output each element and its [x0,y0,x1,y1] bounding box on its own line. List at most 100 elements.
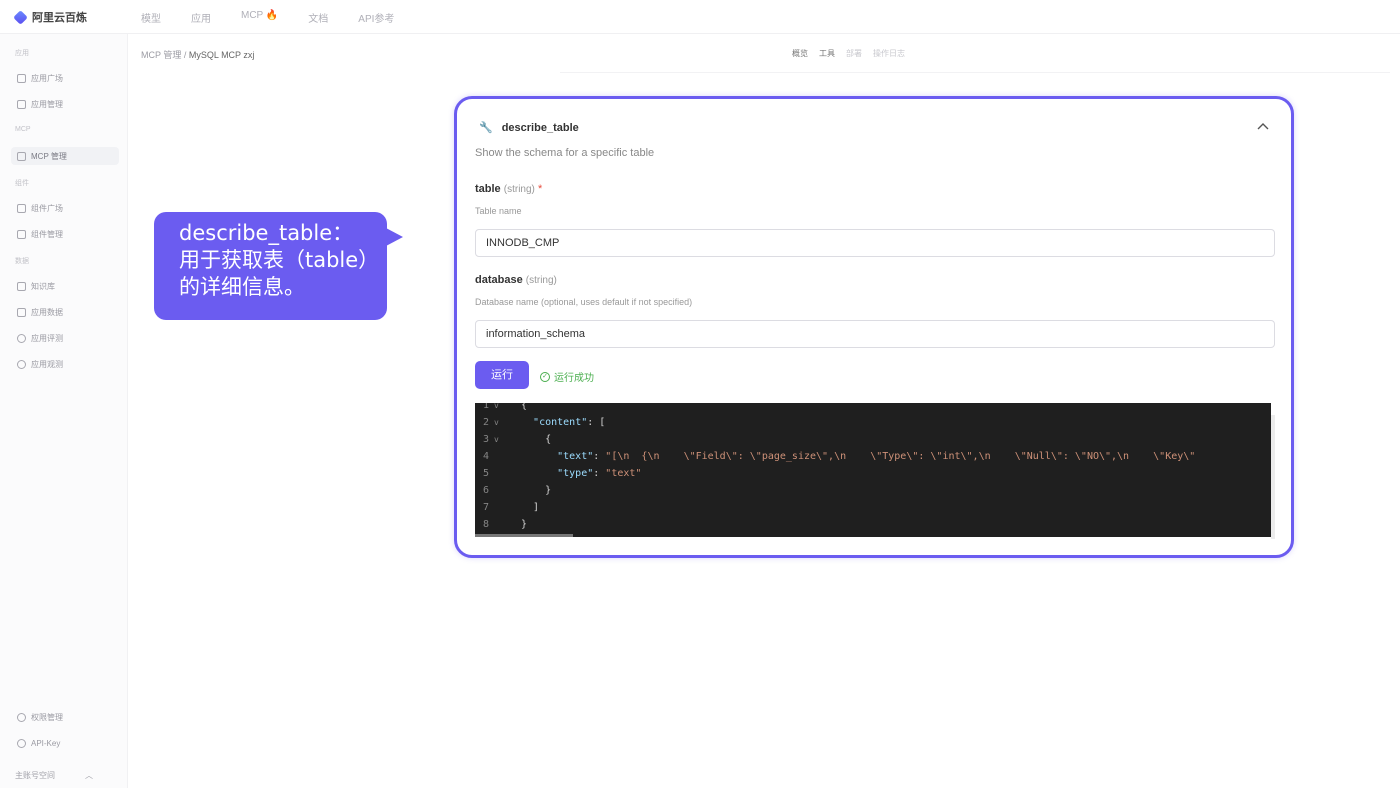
field-name: database [475,274,523,286]
sidebar-section-components: 组件 [15,180,29,187]
sidebar-item-component-plaza[interactable]: 组件广场 [17,199,119,217]
database-input[interactable]: information_schema [475,320,1275,348]
sidebar: 应用 应用广场 应用管理 MCP MCP 管理 组件 组件广场 组件管理 数据 … [0,34,128,788]
code-text: "text": "[\n {\n \"Field\": \"page_size\… [557,451,1196,462]
logo-icon [13,9,28,25]
tab-tools[interactable]: 工具 [819,48,835,59]
sidebar-section-mcp: MCP [15,126,31,133]
field-type: (string) [525,275,557,286]
field-type: (string) [503,184,535,195]
sidebar-item-knowledge[interactable]: 知识库 [17,277,119,295]
field-name: table [475,183,501,195]
tab-overview[interactable]: 概览 [792,48,808,59]
pie-chart-icon [17,359,26,369]
breadcrumb-current: MySQL MCP zxj [188,50,255,60]
sidebar-item-mcp-manage[interactable]: MCP 管理 [11,147,119,165]
book-icon [17,281,26,291]
field-desc-database: Database name (optional, uses default if… [475,297,693,307]
sidebar-item-label: 应用观测 [31,359,63,369]
sidebar-item-label: 权限管理 [31,712,63,722]
sidebar-item-label: 应用数据 [31,307,63,317]
chevron-up-icon[interactable] [1257,121,1269,133]
sidebar-item-permissions[interactable]: 权限管理 [17,708,119,726]
plugin-icon [17,151,26,161]
sidebar-item-label: 应用管理 [31,99,63,109]
code-text: "content": [ [533,417,606,428]
sidebar-item-app-eval[interactable]: 应用评测 [17,329,119,347]
key-icon [17,738,26,748]
code-line: 8} [475,516,1271,533]
table-input[interactable]: INNODB_CMP [475,229,1275,257]
annotation-callout: describe_table： 用于获取表（table） 的详细信息。 [154,212,403,320]
topnav-api[interactable]: API参考 [358,10,394,25]
code-text: ] [521,502,540,513]
workspace-switcher[interactable]: 主账号空间 ︿ [15,770,93,781]
callout-line-2: 用于获取表（table） [179,248,380,272]
field-desc-table: Table name [475,206,522,216]
sidebar-item-label: 应用广场 [31,73,63,83]
sidebar-item-label: 应用评测 [31,333,63,343]
field-label-database: database (string) [475,274,557,286]
brand-logo[interactable]: 阿里云百炼 [13,9,87,25]
status-text: 运行成功 [554,373,594,384]
topnav-mcp[interactable]: MCP 🔥 [241,10,278,25]
line-number: 6 [483,485,490,496]
sidebar-item-api-key[interactable]: API-Key [17,734,119,752]
run-status: ✓ 运行成功 [540,369,594,384]
run-button[interactable]: 运行 [475,361,529,389]
line-number: 3 [483,434,490,445]
code-line: 4 "text": "[\n {\n \"Field\": \"page_siz… [475,448,1271,465]
sidebar-section-apps: 应用 [15,50,29,57]
sidebar-item-label: MCP 管理 [31,151,67,161]
brand-name: 阿里云百炼 [32,12,87,24]
detail-tabs: 概览 工具 部署 操作日志 [792,48,905,59]
code-text: { [521,403,528,411]
field-label-table: table (string) * [475,183,542,195]
tool-header[interactable]: 🔧 describe_table [479,121,579,135]
chevron-up-icon[interactable]: ︿ [85,770,93,781]
breadcrumb: MCP 管理 / MySQL MCP zxj [141,48,254,61]
code-text: "type": "text" [557,468,642,479]
sidebar-item-app-plaza[interactable]: 应用广场 [17,69,119,87]
code-text: } [521,519,528,530]
fold-chevron-icon[interactable]: v [494,414,499,431]
sidebar-section-data: 数据 [15,258,29,265]
breadcrumb-parent[interactable]: MCP 管理 [141,50,181,60]
sidebar-item-label: 组件广场 [31,203,63,213]
topnav-models[interactable]: 模型 [141,10,161,25]
result-code-panel[interactable]: 8} 7 ] 6 } 5 "type": "text" 4 "text": "[\n {… [475,403,1271,537]
vertical-scrollbar[interactable] [1271,415,1275,539]
sidebar-item-app-manage[interactable]: 应用管理 [17,95,119,113]
check-circle-icon: ✓ [540,371,550,382]
fold-chevron-icon[interactable]: v [494,403,499,414]
code-text: { [521,434,552,445]
callout-line-1: describe_table： [179,221,354,245]
code-line: 2v "content": [ [475,414,1271,431]
code-line: 3v { [475,431,1271,448]
tab-logs[interactable]: 操作日志 [873,48,905,59]
tool-name: describe_table [501,121,579,134]
code-text: } [521,485,552,496]
sidebar-item-app-data[interactable]: 应用数据 [17,303,119,321]
component-icon [17,229,26,239]
sidebar-item-component-manage[interactable]: 组件管理 [17,225,119,243]
tab-divider [560,72,1390,73]
code-line: 1 v { [475,403,1271,414]
top-bar: 阿里云百炼 模型 应用 MCP 🔥 文档 API参考 [0,0,1400,34]
tool-description: Show the schema for a specific table [475,147,655,159]
tab-deploy[interactable]: 部署 [846,48,862,59]
grid-icon [17,99,26,109]
workspace-label: 主账号空间 [15,771,55,780]
user-icon [17,712,26,722]
topnav-apps[interactable]: 应用 [191,10,211,25]
fold-chevron-icon[interactable]: v [494,431,499,448]
topnav-docs[interactable]: 文档 [308,10,328,25]
sidebar-item-app-observe[interactable]: 应用观测 [17,355,119,373]
callout-line-3: 的详细信息。 [179,275,305,299]
code-line: 7 ] [475,499,1271,516]
grid-icon [17,73,26,83]
horizontal-scrollbar[interactable] [475,534,573,537]
sidebar-item-label: API-Key [31,738,61,748]
target-icon [17,333,26,343]
line-number: 7 [483,502,490,513]
